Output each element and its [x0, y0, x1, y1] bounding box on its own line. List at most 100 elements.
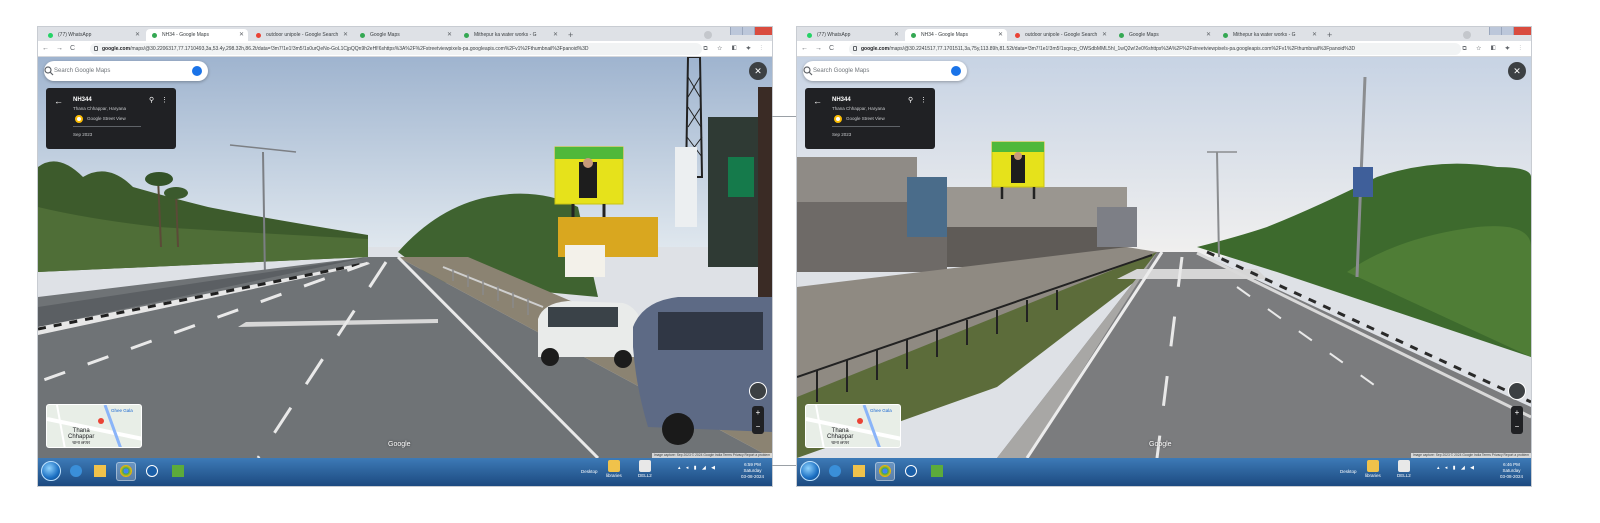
maps-search-input[interactable]: Search Google Maps: [803, 61, 967, 81]
taskbar-clock[interactable]: 6:46 PM Saturday 03-08-2024: [1500, 462, 1523, 480]
tab-strip: (77) WhatsApp ✕ NH34 - Google Maps ✕ out…: [38, 27, 772, 41]
zoom-out-button[interactable]: −: [1511, 420, 1523, 434]
maximize-button[interactable]: [1501, 27, 1513, 35]
tab-google-maps[interactable]: Google Maps ✕: [1113, 29, 1215, 41]
forward-arrow-icon[interactable]: →: [815, 43, 822, 55]
back-arrow-icon[interactable]: ←: [801, 43, 808, 55]
dell2-shortcut[interactable]: DELL2: [1397, 460, 1411, 478]
close-tab-icon[interactable]: ✕: [553, 29, 558, 41]
desktop-toolbar-label[interactable]: Desktop: [581, 469, 598, 474]
taskbar-media-icon[interactable]: [142, 462, 162, 481]
maximize-button[interactable]: [742, 27, 754, 35]
system-tray-icons[interactable]: ▴ ◂ ▮ ◢ ◀: [1437, 465, 1476, 471]
location-subtitle: Thana Chhappar, Haryana: [73, 106, 127, 111]
street-view-panorama[interactable]: Search Google Maps ← NH344 Thana Chhappa…: [38, 57, 772, 458]
tab-nh34-maps[interactable]: NH34 - Google Maps ✕: [146, 29, 248, 41]
tab-label: outdoor unipole - Google Search: [1025, 32, 1098, 38]
search-icon[interactable]: [44, 66, 54, 76]
left-screenshot: (77) WhatsApp ✕ NH34 - Google Maps ✕ out…: [38, 27, 772, 486]
url-field[interactable]: google.com/maps/@30.2241517,77.1701511,3…: [849, 43, 1461, 55]
compass-icon[interactable]: [749, 382, 767, 400]
directions-icon[interactable]: [951, 66, 961, 76]
capture-date[interactable]: Sep 2023: [832, 132, 851, 137]
close-tab-icon[interactable]: ✕: [1102, 29, 1107, 41]
map-pin-icon[interactable]: ⚲: [149, 96, 154, 104]
taskbar-browser-icon[interactable]: [66, 462, 86, 481]
location-subtitle: Thana Chhappar, Haryana: [832, 106, 886, 111]
libraries-shortcut[interactable]: libraries: [1365, 460, 1381, 478]
back-arrow-icon[interactable]: ←: [54, 96, 63, 106]
url-field[interactable]: google.com/maps/@30.2206317,77.1710493,3…: [90, 43, 702, 55]
minimap[interactable]: Ghee Gala Thana Chhappar थाना छप्पर: [805, 404, 901, 448]
reload-icon[interactable]: C: [70, 43, 75, 55]
close-tab-icon[interactable]: ✕: [447, 29, 452, 41]
close-street-view-button[interactable]: ✕: [749, 62, 767, 80]
search-icon[interactable]: [803, 66, 813, 76]
taskbar-clock[interactable]: 6:59 PM Saturday 03-08-2024: [741, 462, 764, 480]
back-arrow-icon[interactable]: ←: [42, 43, 49, 55]
taskbar-app-icon[interactable]: [927, 462, 947, 481]
reload-icon[interactable]: C: [829, 43, 834, 55]
tab-label: Google Maps: [1129, 32, 1159, 38]
tab-whatsapp[interactable]: (77) WhatsApp ✕: [801, 29, 903, 41]
minimize-button[interactable]: [1489, 27, 1501, 35]
close-tab-icon[interactable]: ✕: [894, 29, 899, 41]
back-arrow-icon[interactable]: ←: [813, 96, 822, 106]
maps-search-input[interactable]: Search Google Maps: [44, 61, 208, 81]
map-pin-icon[interactable]: ⚲: [908, 96, 913, 104]
zoom-control[interactable]: + −: [1511, 406, 1523, 434]
tab-google-maps[interactable]: Google Maps ✕: [354, 29, 456, 41]
start-button[interactable]: [41, 461, 61, 481]
taskbar-app-icon[interactable]: [168, 462, 188, 481]
toolbar-icons[interactable]: ⧉ ☆ ◧ ✦ ⋮: [703, 43, 766, 55]
minimize-button[interactable]: [730, 27, 742, 35]
libraries-shortcut[interactable]: libraries: [606, 460, 622, 478]
close-street-view-button[interactable]: ✕: [1508, 62, 1526, 80]
close-tab-icon[interactable]: ✕: [1206, 29, 1211, 41]
zoom-control[interactable]: + −: [752, 406, 764, 434]
tab-search-icon[interactable]: [704, 31, 712, 39]
start-button[interactable]: [800, 461, 820, 481]
close-tab-icon[interactable]: ✕: [1312, 29, 1317, 41]
zoom-in-button[interactable]: +: [752, 406, 764, 420]
taskbar-chrome-icon[interactable]: [116, 462, 136, 481]
zoom-out-button[interactable]: −: [752, 420, 764, 434]
zoom-in-button[interactable]: +: [1511, 406, 1523, 420]
connector-line: [772, 116, 796, 117]
close-tab-icon[interactable]: ✕: [135, 29, 140, 41]
close-tab-icon[interactable]: ✕: [239, 29, 244, 41]
capture-date[interactable]: Sep 2023: [73, 132, 92, 137]
new-tab-button[interactable]: +: [1327, 29, 1332, 41]
taskbar-explorer-icon[interactable]: [849, 462, 869, 481]
tab-nh34-maps[interactable]: NH34 - Google Maps ✕: [905, 29, 1007, 41]
close-tab-icon[interactable]: ✕: [998, 29, 1003, 41]
minimap-place-label: Thana Chhappar थाना छप्पर: [68, 428, 94, 446]
desktop-toolbar-label[interactable]: Desktop: [1340, 469, 1357, 474]
window-close-button[interactable]: [754, 27, 772, 35]
forward-arrow-icon[interactable]: →: [56, 43, 63, 55]
taskbar-media-icon[interactable]: [901, 462, 921, 481]
street-view-panorama[interactable]: Search Google Maps ← NH344 Thana Chhappa…: [797, 57, 1531, 458]
taskbar-explorer-icon[interactable]: [90, 462, 110, 481]
dell2-shortcut[interactable]: DELL2: [638, 460, 652, 478]
more-options-icon[interactable]: ⋮: [920, 96, 927, 104]
tab-mithepur-water-works[interactable]: Mithepur ka water works - G ✕: [1217, 29, 1321, 41]
taskbar-chrome-icon[interactable]: [875, 462, 895, 481]
tab-outdoor-unipole-search[interactable]: outdoor unipole - Google Search ✕: [1009, 29, 1111, 41]
minimap[interactable]: Ghee Gala Thana Chhappar थाना छप्पर: [46, 404, 142, 448]
close-tab-icon[interactable]: ✕: [343, 29, 348, 41]
toolbar-icons[interactable]: ⧉ ☆ ◧ ✦ ⋮: [1462, 43, 1525, 55]
tab-mithepur-water-works[interactable]: Mithepur ka water works - G ✕: [458, 29, 562, 41]
more-options-icon[interactable]: ⋮: [161, 96, 168, 104]
new-tab-button[interactable]: +: [568, 29, 573, 41]
tab-outdoor-unipole-search[interactable]: outdoor unipole - Google Search ✕: [250, 29, 352, 41]
clock-date: 03-08-2024: [1499, 474, 1523, 479]
tab-label: NH34 - Google Maps: [162, 32, 209, 38]
compass-icon[interactable]: [1508, 382, 1526, 400]
tab-search-icon[interactable]: [1463, 31, 1471, 39]
tab-whatsapp[interactable]: (77) WhatsApp ✕: [42, 29, 144, 41]
taskbar-browser-icon[interactable]: [825, 462, 845, 481]
directions-icon[interactable]: [192, 66, 202, 76]
system-tray-icons[interactable]: ▴ ◂ ▮ ◢ ◀: [678, 465, 717, 471]
window-close-button[interactable]: [1513, 27, 1531, 35]
